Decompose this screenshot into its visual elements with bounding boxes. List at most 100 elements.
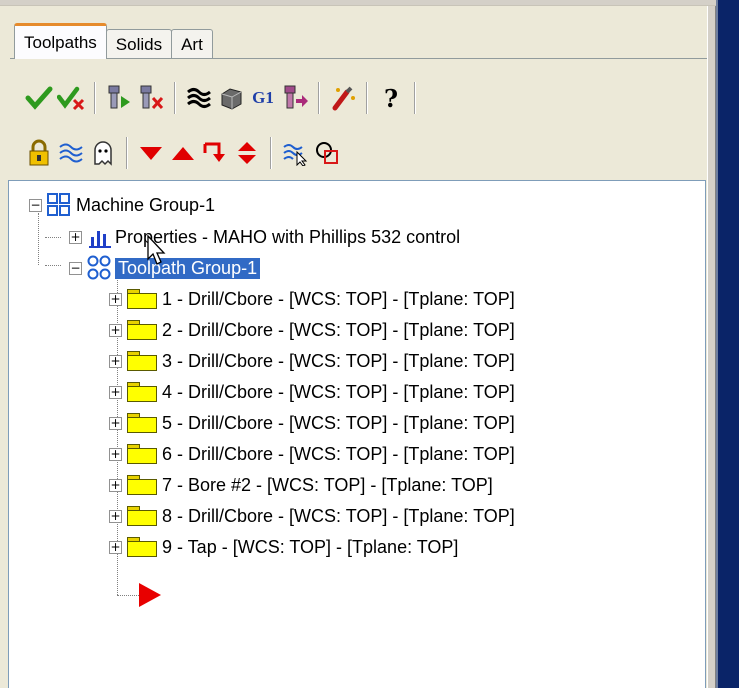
manager-tabs: Toolpaths Solids Art xyxy=(14,23,213,59)
move-down-button[interactable] xyxy=(136,136,166,170)
post-selected-button[interactable]: G1 xyxy=(248,81,278,115)
insert-arrow-marker-icon[interactable] xyxy=(137,581,163,609)
folder-icon xyxy=(127,289,157,309)
tree-connector xyxy=(117,595,139,596)
high-speed-button[interactable] xyxy=(280,81,310,115)
waves-cursor-icon xyxy=(283,144,308,166)
folder-icon xyxy=(127,444,157,464)
select-all-operations-button[interactable] xyxy=(24,81,54,115)
display-selected-button[interactable] xyxy=(280,136,310,170)
operation-item[interactable]: +6 - Drill/Cbore - [WCS: TOP] - [Tplane:… xyxy=(109,440,515,468)
help-button[interactable]: ? xyxy=(376,81,406,115)
toggle-chain-button[interactable] xyxy=(312,136,342,170)
toolbar-separator xyxy=(318,82,320,114)
expand-icon[interactable]: + xyxy=(109,478,122,492)
expand-icon[interactable]: + xyxy=(109,540,122,554)
select-dirty-operations-button[interactable] xyxy=(56,81,86,115)
move-up-button[interactable] xyxy=(168,136,198,170)
tab-baseline xyxy=(10,58,707,59)
operation-label: 9 - Tap - [WCS: TOP] - [Tplane: TOP] xyxy=(162,536,459,557)
folder-icon xyxy=(127,506,157,526)
regenerate-selected-button[interactable] xyxy=(104,81,134,115)
expand-icon[interactable]: + xyxy=(109,292,122,306)
operation-label: 6 - Drill/Cbore - [WCS: TOP] - [Tplane: … xyxy=(162,443,515,464)
operation-label: 5 - Drill/Cbore - [WCS: TOP] - [Tplane: … xyxy=(162,412,515,433)
g1-icon: G1 xyxy=(252,88,274,107)
solid-block-icon xyxy=(221,88,242,110)
window-top-border xyxy=(0,0,739,6)
toolbar-separator xyxy=(366,82,368,114)
operation-item[interactable]: +4 - Drill/Cbore - [WCS: TOP] - [Tplane:… xyxy=(109,378,515,406)
expand-icon[interactable]: + xyxy=(69,230,82,244)
triangle-down-icon xyxy=(140,147,162,160)
folder-icon xyxy=(127,413,157,433)
expand-icon[interactable]: + xyxy=(109,447,122,461)
triangle-up-icon xyxy=(172,147,194,160)
operation-item[interactable]: +8 - Drill/Cbore - [WCS: TOP] - [Tplane:… xyxy=(109,502,515,530)
expand-icon[interactable]: + xyxy=(109,354,122,368)
toolbar-separator xyxy=(126,137,128,169)
tool-arrow-icon xyxy=(284,85,308,109)
toggle-posting-button[interactable] xyxy=(88,136,118,170)
tab-art[interactable]: Art xyxy=(171,29,213,59)
collapse-icon[interactable]: − xyxy=(29,198,42,212)
folder-icon xyxy=(127,382,157,402)
operation-item[interactable]: +1 - Drill/Cbore - [WCS: TOP] - [Tplane:… xyxy=(109,285,515,313)
operation-label: 1 - Drill/Cbore - [WCS: TOP] - [Tplane: … xyxy=(162,288,515,309)
insert-after-button[interactable] xyxy=(200,136,230,170)
graphics-area-edge xyxy=(716,0,739,688)
expand-icon[interactable]: + xyxy=(109,416,122,430)
tree-item-machine-group[interactable]: − Machine Group-1 xyxy=(29,191,215,219)
mouse-cursor-icon xyxy=(147,235,166,265)
scroll-to-insert-button[interactable] xyxy=(232,136,262,170)
operation-label: 3 - Drill/Cbore - [WCS: TOP] - [Tplane: … xyxy=(162,350,515,371)
insert-arrow-icon xyxy=(203,142,225,162)
toolpath-group-icon xyxy=(87,255,111,280)
lock-icon xyxy=(29,139,49,166)
expand-icon[interactable]: + xyxy=(109,385,122,399)
tool-x-icon xyxy=(140,85,164,110)
collapse-icon[interactable]: − xyxy=(69,261,82,275)
folder-icon xyxy=(127,320,157,340)
operation-item[interactable]: +3 - Drill/Cbore - [WCS: TOP] - [Tplane:… xyxy=(109,347,515,375)
ghost-icon xyxy=(94,141,112,166)
operation-item[interactable]: +2 - Drill/Cbore - [WCS: TOP] - [Tplane:… xyxy=(109,316,515,344)
magic-wand-icon xyxy=(332,86,355,111)
operation-label: 7 - Bore #2 - [WCS: TOP] - [Tplane: TOP] xyxy=(162,474,493,495)
panel-splitter[interactable] xyxy=(707,6,716,688)
machine-group-icon xyxy=(47,193,70,216)
tab-toolpaths[interactable]: Toolpaths xyxy=(14,23,107,59)
tab-solids[interactable]: Solids xyxy=(105,29,173,59)
folder-icon xyxy=(127,475,157,495)
operation-item[interactable]: +7 - Bore #2 - [WCS: TOP] - [Tplane: TOP… xyxy=(109,471,493,499)
expand-icon[interactable]: + xyxy=(109,323,122,337)
toolpath-group-label: Toolpath Group-1 xyxy=(115,257,261,279)
toggle-display-button[interactable] xyxy=(56,136,86,170)
tree-connector xyxy=(45,237,61,238)
circle-square-icon xyxy=(316,142,338,164)
tool-play-icon xyxy=(108,85,130,109)
toolpath-toolbar-top: G1 ? xyxy=(24,78,424,118)
up-down-arrow-icon xyxy=(238,142,256,164)
operation-item[interactable]: +5 - Drill/Cbore - [WCS: TOP] - [Tplane:… xyxy=(109,409,515,437)
toolbar-separator xyxy=(414,82,416,114)
operation-label: 8 - Drill/Cbore - [WCS: TOP] - [Tplane: … xyxy=(162,505,515,526)
check-icon xyxy=(25,86,53,110)
tree-connector xyxy=(38,213,39,265)
backplot-button[interactable] xyxy=(184,81,214,115)
toolpath-toolbar-bottom xyxy=(24,133,344,173)
operations-tree: − Machine Group-1 + Properties - MAHO wi… xyxy=(8,180,706,688)
tool-manager-button[interactable] xyxy=(328,81,358,115)
check-x-icon xyxy=(57,86,85,111)
backplot-waves-icon xyxy=(187,88,211,108)
properties-bars-icon xyxy=(89,231,111,248)
operation-item[interactable]: +9 - Tap - [WCS: TOP] - [Tplane: TOP] xyxy=(109,533,458,561)
expand-icon[interactable]: + xyxy=(109,509,122,523)
toolbar-separator xyxy=(270,137,272,169)
regenerate-dirty-button[interactable] xyxy=(136,81,166,115)
tree-connector xyxy=(45,265,61,266)
verify-button[interactable] xyxy=(216,81,246,115)
toolbar-separator xyxy=(174,82,176,114)
tree-item-properties[interactable]: + Properties - MAHO with Phillips 532 co… xyxy=(69,223,460,251)
lock-button[interactable] xyxy=(24,136,54,170)
